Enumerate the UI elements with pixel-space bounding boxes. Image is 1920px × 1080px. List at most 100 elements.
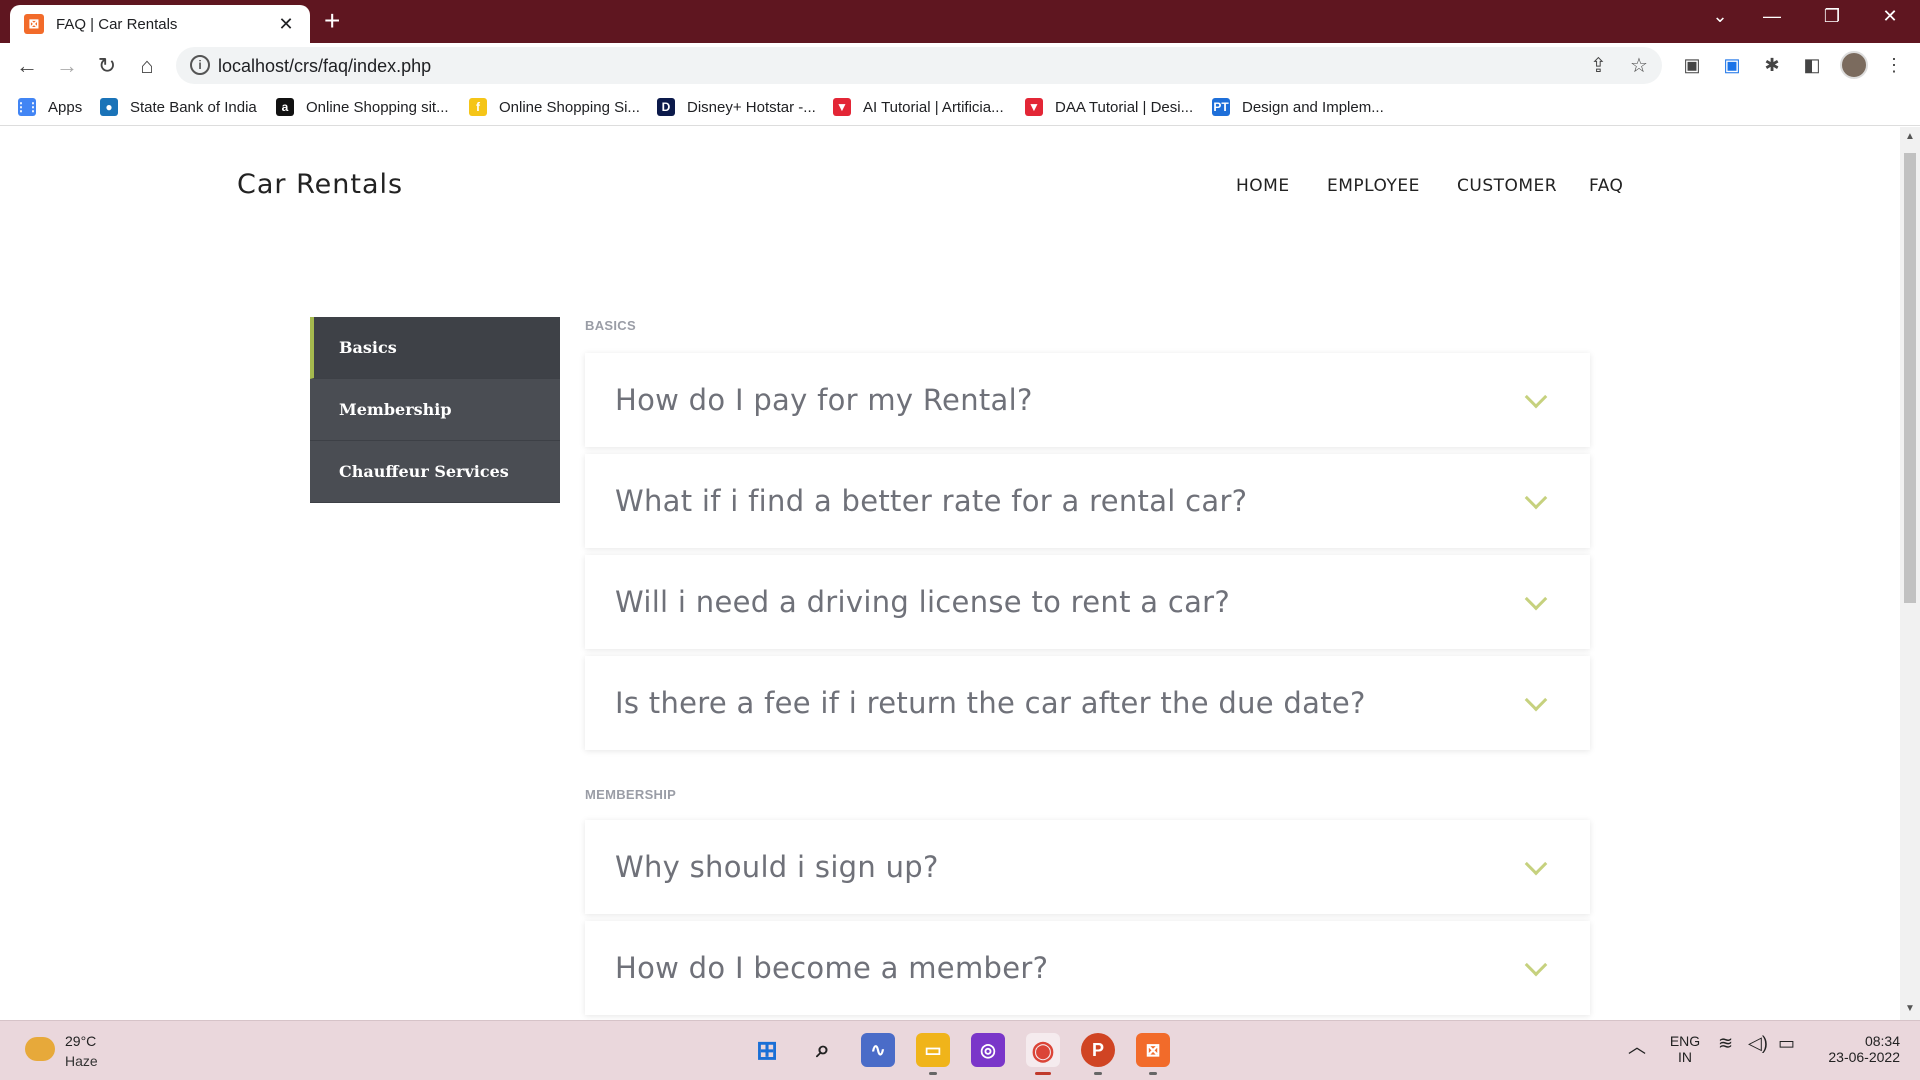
bookmark-label: Design and Implem... <box>1242 98 1384 116</box>
javatpoint-icon: ▼ <box>833 98 851 116</box>
app-running-indicator <box>929 1072 937 1075</box>
bookmark-item[interactable]: ▼ DAA Tutorial | Desi... <box>1025 96 1193 118</box>
show-hidden-icons-chevron-icon[interactable]: ︿ <box>1628 1033 1646 1059</box>
faq-question: Is there a fee if i return the car after… <box>615 686 1366 720</box>
bookmark-label: AI Tutorial | Artificia... <box>863 98 1004 116</box>
weather-condition[interactable]: Haze <box>65 1053 98 1069</box>
bookmark-label: Disney+ Hotstar -... <box>687 98 816 116</box>
powerpoint-icon[interactable]: P <box>1081 1033 1115 1075</box>
faq-item[interactable]: Will i need a driving license to rent a … <box>585 555 1590 649</box>
faq-item[interactable]: How do I pay for my Rental? <box>585 353 1590 447</box>
section-label-basics: BASICS <box>585 318 636 333</box>
battery-icon[interactable]: ▭ <box>1778 1033 1795 1054</box>
puzzle-extensions-icon[interactable]: ✱ <box>1760 53 1784 77</box>
clock-date: 23-06-2022 <box>1828 1049 1900 1065</box>
bookmark-item[interactable]: f Online Shopping Si... <box>469 96 640 118</box>
share-icon[interactable]: ⇪ <box>1590 53 1607 78</box>
chrome-icon[interactable]: ◉ <box>1026 1033 1060 1075</box>
weather-temperature[interactable]: 29°C <box>65 1033 96 1049</box>
hotstar-icon: D <box>657 98 675 116</box>
faq-question: What if i find a better rate for a renta… <box>615 484 1248 518</box>
faq-item[interactable]: What if i find a better rate for a renta… <box>585 454 1590 548</box>
amazon-icon: a <box>276 98 294 116</box>
faq-question: How do I become a member? <box>615 951 1049 985</box>
faq-question: How do I pay for my Rental? <box>615 383 1033 417</box>
tab-search-icon[interactable]: ⌄ <box>1700 6 1740 27</box>
browser-titlebar: ⊠ FAQ | Car Rentals ✕ + ⌄ — ❐ ✕ <box>0 0 1920 43</box>
bookmark-item[interactable]: a Online Shopping sit... <box>276 96 449 118</box>
language-indicator[interactable]: ENG IN <box>1668 1033 1702 1065</box>
browser-tab[interactable]: ⊠ FAQ | Car Rentals ✕ <box>10 5 310 43</box>
file-explorer-icon[interactable]: ▭ <box>916 1033 950 1075</box>
nav-employee[interactable]: EMPLOYEE <box>1327 176 1420 196</box>
tab-title: FAQ | Car Rentals <box>56 15 178 33</box>
app-icon[interactable]: ◎ <box>971 1033 1005 1067</box>
back-button[interactable]: ← <box>12 51 42 81</box>
scroll-down-arrow-icon[interactable]: ▼ <box>1905 1003 1915 1014</box>
wifi-icon[interactable]: ≋ <box>1718 1033 1733 1054</box>
app-running-indicator <box>1035 1072 1051 1075</box>
sidebar-item-basics[interactable]: Basics <box>310 317 560 379</box>
minimize-button[interactable]: — <box>1752 6 1792 27</box>
close-window-button[interactable]: ✕ <box>1870 6 1910 27</box>
scrollbar-thumb[interactable] <box>1904 153 1916 603</box>
faq-question: Will i need a driving license to rent a … <box>615 585 1231 619</box>
url-text[interactable]: localhost/crs/faq/index.php <box>218 56 431 77</box>
faq-question: Why should i sign up? <box>615 850 939 884</box>
site-brand[interactable]: Car Rentals <box>237 169 403 200</box>
menu-kebab-icon[interactable]: ⋮ <box>1882 53 1906 77</box>
site-info-icon[interactable]: i <box>190 55 210 75</box>
app-running-indicator <box>1094 1072 1102 1075</box>
xampp-favicon-icon: ⊠ <box>24 14 44 34</box>
language-code: ENG <box>1669 1033 1701 1049</box>
sbi-icon: ● <box>100 98 118 116</box>
windows-start-icon[interactable]: ⊞ <box>750 1033 784 1067</box>
bookmark-label: State Bank of India <box>130 98 257 116</box>
weather-haze-icon[interactable] <box>25 1037 55 1061</box>
pt-icon: PT <box>1212 98 1230 116</box>
home-button[interactable]: ⌂ <box>132 51 162 81</box>
extension-icon[interactable]: ▣ <box>1680 53 1704 77</box>
bookmark-item[interactable]: D Disney+ Hotstar -... <box>657 96 816 118</box>
page-scrollbar[interactable]: ▲ ▼ <box>1900 127 1920 1020</box>
nav-faq[interactable]: FAQ <box>1589 176 1623 196</box>
nav-home[interactable]: HOME <box>1236 176 1290 196</box>
bookmarks-bar: ⋮⋮ Apps ● State Bank of India a Online Shoppi… <box>0 88 1920 126</box>
bookmark-star-icon[interactable]: ☆ <box>1630 53 1648 78</box>
profile-avatar[interactable] <box>1840 51 1868 79</box>
javatpoint-icon: ▼ <box>1025 98 1043 116</box>
new-tab-button[interactable]: + <box>324 6 340 36</box>
windows-taskbar: 29°C Haze ⊞ ⌕ ∿ ▭ ◎ ◉ P ⊠ ︿ ENG IN ≋ ◁) … <box>0 1020 1920 1080</box>
bookmark-item[interactable]: ⋮⋮ Apps <box>15 96 83 118</box>
faq-item[interactable]: Is there a fee if i return the car after… <box>585 656 1590 750</box>
extension-icon[interactable]: ▣ <box>1720 53 1744 77</box>
sidebar-item-chauffeur-services[interactable]: Chauffeur Services <box>310 441 560 503</box>
faq-item[interactable]: Why should i sign up? <box>585 820 1590 914</box>
forward-button[interactable]: → <box>52 51 82 81</box>
side-panel-icon[interactable]: ◧ <box>1800 53 1824 77</box>
flipkart-icon: f <box>469 98 487 116</box>
tab-close-icon[interactable]: ✕ <box>276 14 296 35</box>
bookmark-item[interactable]: ▼ AI Tutorial | Artificia... <box>833 96 1004 118</box>
region-code: IN <box>1678 1049 1692 1065</box>
page-content: Car Rentals HOME EMPLOYEE CUSTOMER FAQ B… <box>0 127 1900 1020</box>
apps-grid-icon: ⋮⋮ <box>15 98 39 116</box>
bookmark-label: Apps <box>48 98 83 116</box>
address-bar[interactable]: i localhost/crs/faq/index.php ⇪ ☆ <box>176 47 1662 84</box>
faq-item[interactable]: How do I become a member? <box>585 921 1590 1015</box>
scroll-up-arrow-icon[interactable]: ▲ <box>1905 131 1915 142</box>
bookmark-item[interactable]: PT Design and Implem... <box>1212 96 1384 118</box>
task-manager-icon[interactable]: ∿ <box>861 1033 895 1067</box>
volume-icon[interactable]: ◁) <box>1748 1033 1768 1054</box>
clock-time: 08:34 <box>1864 1033 1900 1049</box>
section-label-membership: MEMBERSHIP <box>585 787 677 802</box>
clock[interactable]: 08:34 23-06-2022 <box>1816 1033 1900 1065</box>
sidebar-item-membership[interactable]: Membership <box>310 379 560 441</box>
search-icon[interactable]: ⌕ <box>806 1033 840 1067</box>
nav-customer[interactable]: CUSTOMER <box>1457 176 1557 196</box>
xampp-icon[interactable]: ⊠ <box>1136 1033 1170 1075</box>
restore-button[interactable]: ❐ <box>1812 6 1852 27</box>
bookmark-item[interactable]: ● State Bank of India <box>100 96 257 118</box>
app-running-indicator <box>1149 1072 1157 1075</box>
reload-button[interactable]: ↻ <box>92 51 122 81</box>
